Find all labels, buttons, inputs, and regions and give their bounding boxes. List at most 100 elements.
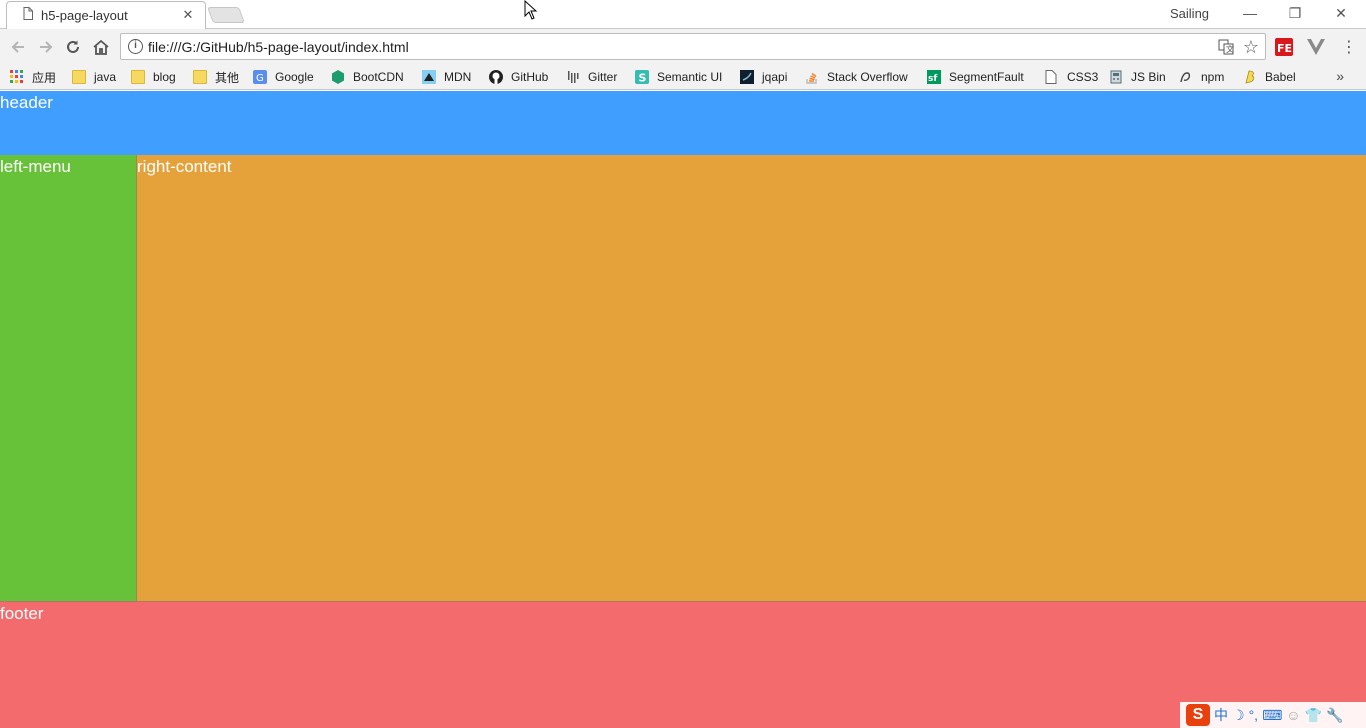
segmentfault-icon: sf — [927, 70, 941, 84]
bookmark-label: jqapi — [762, 70, 788, 84]
bookmark-github[interactable]: GitHub — [489, 68, 548, 86]
skin-icon[interactable]: 👕 — [1305, 706, 1322, 724]
bookmark-npm[interactable]: npm — [1179, 68, 1224, 86]
left-menu: left-menu — [0, 155, 136, 602]
bookmark-blog[interactable]: blog — [131, 68, 176, 86]
profile-name[interactable]: Sailing — [1170, 6, 1209, 21]
bookmark-label: java — [94, 70, 117, 84]
folder-icon — [131, 70, 145, 84]
vue-devtools-icon[interactable] — [1307, 38, 1325, 56]
page-icon — [23, 6, 33, 25]
bookmark-google[interactable]: G Google — [253, 68, 314, 86]
browser-toolbar: i file:///G:/GitHub/h5-page-layout/index… — [0, 29, 1366, 64]
bookmark-gitter[interactable]: Gitter — [566, 68, 617, 86]
bookmark-java[interactable]: java — [72, 68, 116, 86]
svg-text:FE: FE — [1277, 42, 1292, 55]
person-icon[interactable]: ☺ — [1286, 706, 1300, 724]
mdn-icon — [422, 70, 436, 84]
header-label: header — [0, 93, 53, 112]
mouse-cursor-icon — [524, 0, 538, 25]
footer-label: footer — [0, 604, 44, 623]
bookmark-semantic-ui[interactable]: S Semantic UI — [635, 68, 722, 86]
bookmark-star-icon[interactable]: ☆ — [1242, 37, 1260, 57]
restore-icon[interactable]: ❐ — [1281, 4, 1309, 22]
npm-icon — [1179, 70, 1193, 84]
stackoverflow-icon — [805, 70, 819, 84]
bootcdn-icon — [331, 70, 345, 84]
bookmark-label: Stack Overflow — [827, 70, 908, 84]
tab-title: h5-page-layout — [41, 8, 128, 23]
home-icon[interactable] — [90, 36, 112, 58]
bookmark-mdn[interactable]: MDN — [422, 68, 471, 86]
keyboard-icon[interactable]: ⌨ — [1262, 706, 1282, 724]
bookmark-segmentfault[interactable]: sf SegmentFault — [927, 68, 1024, 86]
svg-text:文: 文 — [1226, 44, 1234, 54]
jsbin-icon — [1109, 70, 1123, 84]
right-content-label: right-content — [137, 157, 232, 176]
svg-text:S: S — [639, 72, 647, 85]
back-arrow-icon[interactable] — [7, 36, 29, 58]
reload-icon[interactable] — [62, 36, 84, 58]
bookmark-label: MDN — [444, 70, 472, 84]
left-menu-label: left-menu — [0, 157, 71, 176]
bookmark-bootcdn[interactable]: BootCDN — [331, 68, 404, 86]
babel-icon — [1243, 70, 1257, 84]
svg-text:sf: sf — [928, 74, 937, 84]
moon-icon[interactable]: ☽ — [1232, 706, 1245, 724]
menu-kebab-icon[interactable]: ⋮ — [1340, 38, 1358, 56]
bookmark-label: Babel — [1265, 70, 1296, 84]
ime-toolbar: S 中 ☽ °, ⌨ ☺ 👕 🔧 — [1180, 702, 1366, 728]
translate-icon[interactable]: 文 — [1217, 38, 1235, 56]
bookmark-label: SegmentFault — [949, 70, 1024, 84]
svg-text:G: G — [256, 73, 264, 84]
page-content: header left-menu right-content footer — [0, 91, 1366, 728]
tab-strip: h5-page-layout ✕ Sailing — ❐ ✕ — [0, 0, 1366, 29]
bookmark-label: Semantic UI — [657, 70, 723, 84]
new-tab-button[interactable] — [207, 7, 245, 23]
bookmark-jqapi[interactable]: jqapi — [740, 68, 787, 86]
bookmark-label: 应用 — [32, 70, 57, 85]
bookmark-babel[interactable]: Babel — [1243, 68, 1296, 86]
google-icon: G — [253, 70, 267, 84]
bookmark-css3[interactable]: CSS3 — [1045, 68, 1098, 86]
apps-grid-icon — [10, 70, 24, 84]
bookmark-label: CSS3 — [1067, 70, 1099, 84]
sogou-logo-icon[interactable]: S — [1186, 704, 1210, 726]
github-icon — [489, 70, 503, 84]
bookmark-label: BootCDN — [353, 70, 404, 84]
bookmark-label: blog — [153, 70, 176, 84]
forward-arrow-icon[interactable] — [35, 36, 57, 58]
folder-icon — [72, 70, 86, 84]
jqapi-icon — [740, 70, 754, 84]
right-content: right-content — [136, 155, 1366, 602]
info-icon[interactable]: i — [128, 39, 143, 54]
bookmark-stack-overflow[interactable]: Stack Overflow — [805, 68, 908, 86]
bookmark-label: npm — [1201, 70, 1225, 84]
address-bar[interactable]: i file:///G:/GitHub/h5-page-layout/index… — [120, 33, 1266, 60]
bookmark-js-bin[interactable]: JS Bin — [1109, 68, 1166, 86]
folder-icon — [193, 70, 207, 84]
address-url[interactable]: file:///G:/GitHub/h5-page-layout/index.h… — [148, 39, 409, 55]
wrench-icon[interactable]: 🔧 — [1326, 706, 1343, 724]
page-icon — [1045, 70, 1059, 84]
page-footer: footer — [0, 601, 1366, 728]
semantic-ui-icon: S — [635, 70, 649, 85]
bookmark-apps[interactable]: 应用 — [10, 68, 56, 86]
minimize-icon[interactable]: — — [1236, 4, 1264, 22]
tab-h5-page-layout[interactable]: h5-page-layout ✕ — [6, 1, 206, 29]
bookmark-label: JS Bin — [1131, 70, 1166, 84]
gitter-icon — [566, 70, 580, 84]
bookmark-other[interactable]: 其他 — [193, 68, 239, 86]
punctuation-icon[interactable]: °, — [1249, 706, 1259, 724]
fe-extension-icon[interactable]: FE — [1275, 38, 1293, 56]
window-close-icon[interactable]: ✕ — [1327, 4, 1355, 22]
bookmarks-bar: 应用 java blog 其他 G Google BootCDN MDN Git… — [0, 64, 1366, 90]
bookmark-label: Gitter — [588, 70, 618, 84]
tab-close-icon[interactable]: ✕ — [181, 7, 195, 22]
bookmark-label: 其他 — [215, 70, 240, 85]
bookmark-label: Google — [275, 70, 314, 84]
bookmark-label: GitHub — [511, 70, 549, 84]
ime-mode-chinese[interactable]: 中 — [1214, 706, 1228, 724]
more-bookmarks-icon[interactable]: » — [1336, 68, 1344, 84]
page-header: header — [0, 91, 1366, 155]
